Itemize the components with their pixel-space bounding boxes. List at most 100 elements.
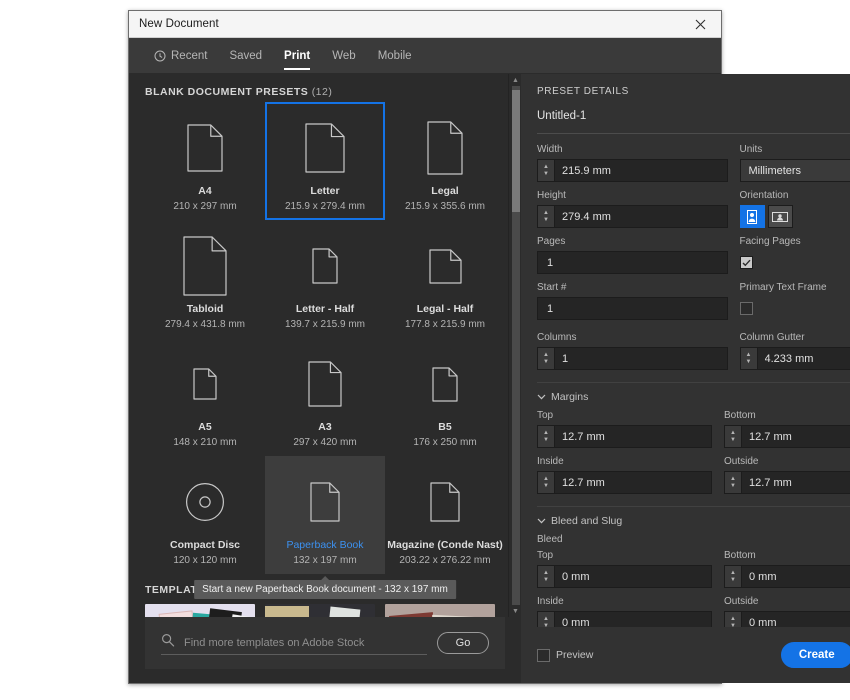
bleed-inside-stepper[interactable]: ▲ ▼ [538,612,555,627]
preset-name: Tabloid [186,303,224,315]
preset-name: A4 [198,185,212,197]
search-input[interactable] [184,636,427,649]
preview-checkbox[interactable] [537,648,550,662]
bleed-bottom-stepper[interactable]: ▲ ▼ [725,566,742,587]
bleed-top-label: Top [537,550,554,561]
facing-pages-checkbox[interactable] [739,256,753,269]
close-icon[interactable] [679,11,721,37]
presets-scrollbar[interactable]: ▲ ▼ [508,74,521,617]
stock-search-bar: Go [145,617,505,669]
preset-a5[interactable]: A5 148 x 210 mm [145,338,265,456]
bleed-inside-label: Inside [537,596,564,607]
preset-dimensions: 148 x 210 mm [173,437,237,448]
column-gutter-input[interactable] [757,352,850,365]
preset-legal[interactable]: Legal 215.9 x 355.6 mm [385,102,505,220]
primary-text-frame-field: Primary Text Frame [739,282,850,320]
preset-legal-half[interactable]: Legal - Half 177.8 x 215.9 mm [385,220,505,338]
columns-stepper[interactable]: ▲ ▼ [538,348,555,369]
tab-web[interactable]: Web [321,38,366,73]
landscape-icon[interactable] [767,205,793,228]
units-select[interactable]: Millimeters [739,159,850,182]
tab-saved-label: Saved [229,49,263,62]
preset-b5[interactable]: B5 176 x 250 mm [385,338,505,456]
preset-dimensions: 139.7 x 215.9 mm [284,319,366,330]
preset-paperback-book[interactable]: Paperback Book 132 x 197 mm Start a new Pa… [194,456,456,599]
width-stepper[interactable]: ▲ ▼ [538,160,555,181]
preset-a3[interactable]: A3 297 x 420 mm [265,338,385,456]
preset-dimensions: 120 x 120 mm [173,555,237,566]
preset-name: A3 [318,421,332,433]
margin-inside-stepper[interactable]: ▲ ▼ [538,472,555,493]
margin-inside-input[interactable] [555,476,711,489]
bleed-outside-input[interactable] [742,616,850,627]
tab-mobile[interactable]: Mobile [367,38,423,73]
bleed-outside-stepper[interactable]: ▲ ▼ [725,612,742,627]
bleed-slug-section-label: Bleed and Slug [551,515,623,527]
margin-top-stepper[interactable]: ▲ ▼ [538,426,555,447]
column-gutter-field: Column Gutter ▲ ▼ [739,332,850,370]
width-label: Width [537,144,563,155]
margin-inside-field: Inside ▲ ▼ [537,456,712,494]
document-page-icon [193,356,217,412]
document-page-icon [430,474,460,530]
blank-presets-heading: BLANK DOCUMENT PRESETS (12) [145,86,505,98]
preset-compact-disc[interactable]: Compact Disc 120 x 120 mm [145,456,265,574]
portrait-icon[interactable] [739,205,765,228]
dialog-titlebar: New Document [129,11,721,38]
bleed-top-stepper[interactable]: ▲ ▼ [538,566,555,587]
primary-text-frame-checkbox[interactable] [739,302,753,315]
preset-name: Legal - Half [416,303,474,315]
scroll-down-icon[interactable]: ▼ [509,605,521,617]
create-button[interactable]: Create [780,642,850,668]
column-gutter-stepper[interactable]: ▲ ▼ [740,348,758,369]
pages-field: Pages [537,236,728,274]
bleed-inside-input[interactable] [555,616,711,627]
margin-top-input[interactable] [555,430,711,443]
margin-outside-field: Outside ▲ ▼ [724,456,850,494]
bleed-inside-field: Inside ▲ ▼ [537,596,712,627]
pages-input[interactable] [538,256,727,269]
tab-saved[interactable]: Saved [218,38,273,73]
preset-letter-half[interactable]: Letter - Half 139.7 x 215.9 mm [265,220,385,338]
facing-pages-field: Facing Pages [739,236,850,274]
preset-dimensions: 215.9 x 279.4 mm [284,201,366,212]
chevron-down-icon [537,515,546,527]
bleed-outside-label: Outside [724,596,759,607]
document-name-input[interactable] [537,110,850,122]
primary-text-frame-label: Primary Text Frame [739,282,827,293]
margin-bottom-input[interactable] [742,430,850,443]
preset-letter[interactable]: Letter 215.9 x 279.4 mm [265,102,385,220]
preset-dimensions: 177.8 x 215.9 mm [404,319,486,330]
preset-a4[interactable]: A4 210 x 297 mm [145,102,265,220]
bleed-bottom-input[interactable] [742,570,850,583]
columns-field: Columns ▲ ▼ [537,332,728,370]
preview-toggle[interactable]: Preview [537,648,593,662]
scroll-up-icon[interactable]: ▲ [509,74,521,86]
scrollbar-thumb[interactable] [512,90,520,212]
template-thumbnail[interactable] [385,604,495,617]
height-stepper[interactable]: ▲ ▼ [538,206,555,227]
preset-dimensions: 210 x 297 mm [173,201,237,212]
preset-magazine-conde-nast[interactable]: Magazine (Conde Nast) 203.22 x 276.22 mm [385,456,505,574]
preset-details-title: PRESET DETAILS [537,86,629,97]
template-thumbnail[interactable] [145,604,255,617]
height-field: Height ▲ ▼ [537,190,728,228]
margin-bottom-stepper[interactable]: ▲ ▼ [725,426,742,447]
height-input[interactable] [555,210,727,223]
bleed-slug-disclosure[interactable]: Bleed and Slug [537,515,850,527]
preset-name: Magazine (Conde Nast) [387,539,503,551]
tab-print[interactable]: Print [273,38,321,73]
tab-web-label: Web [332,49,356,62]
margin-outside-stepper[interactable]: ▲ ▼ [725,472,742,493]
margin-outside-input[interactable] [742,476,850,489]
margins-disclosure[interactable]: Margins [537,391,850,403]
tab-recent[interactable]: Recent [143,38,218,73]
columns-input[interactable] [555,352,727,365]
preset-tabloid[interactable]: Tabloid 279.4 x 431.8 mm [145,220,265,338]
width-input[interactable] [555,164,727,177]
tab-mobile-label: Mobile [377,49,412,62]
bleed-top-input[interactable] [555,570,711,583]
search-go-button[interactable]: Go [437,632,489,654]
start-number-input[interactable] [538,302,727,315]
template-thumbnail[interactable] [265,604,375,617]
